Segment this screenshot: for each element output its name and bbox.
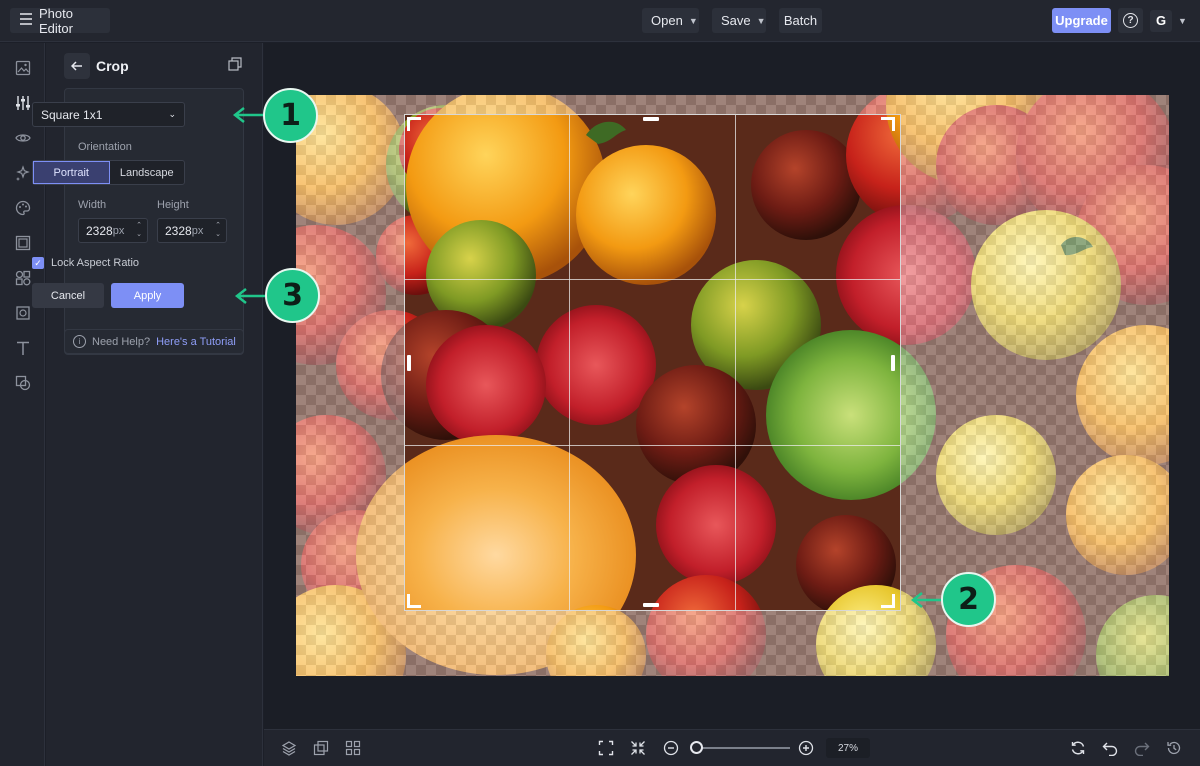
layers-icon[interactable]: [280, 739, 298, 757]
callout-arrows: [232, 107, 942, 608]
zoom-slider-handle[interactable]: [690, 741, 703, 754]
actual-size-icon[interactable]: [629, 739, 647, 757]
fit-screen-icon[interactable]: [597, 739, 615, 757]
zoom-slider-track[interactable]: [698, 747, 790, 749]
arrange-icon[interactable]: [312, 739, 330, 757]
callout-1: 1: [263, 88, 318, 143]
undo-icon[interactable]: [1101, 739, 1119, 757]
refresh-icon[interactable]: [1069, 739, 1087, 757]
history-icon[interactable]: [1165, 739, 1183, 757]
redo-icon[interactable]: [1133, 739, 1151, 757]
zoom-in-icon[interactable]: [797, 739, 815, 757]
zoom-level[interactable]: 27%: [826, 738, 870, 758]
grid-icon[interactable]: [344, 739, 362, 757]
callout-2: 2: [941, 572, 996, 627]
callout-3: 3: [265, 268, 320, 323]
zoom-out-icon[interactable]: [662, 739, 680, 757]
